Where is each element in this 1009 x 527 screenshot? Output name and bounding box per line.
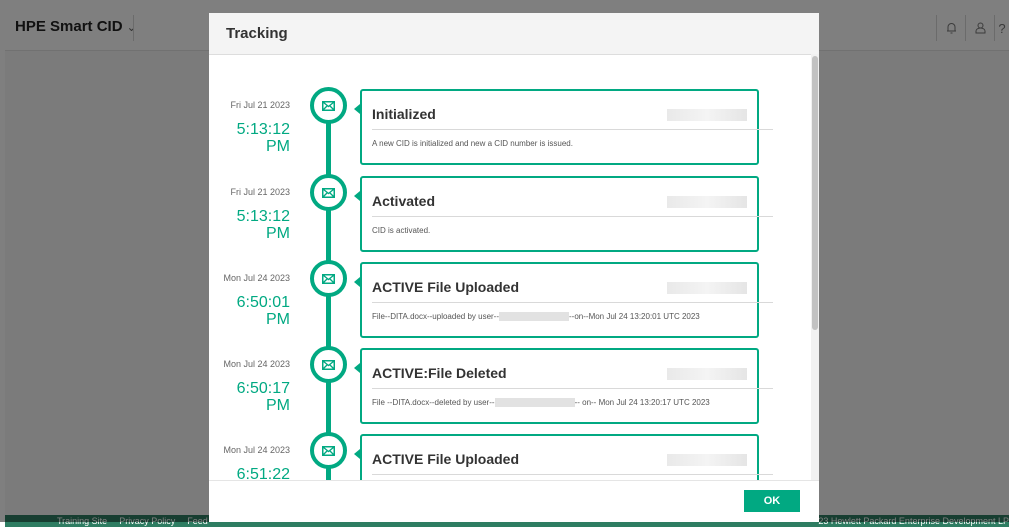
mail-icon <box>310 174 347 211</box>
timeline-entry: Fri Jul 21 2023 5:13:12 PM Initialized A … <box>209 54 809 165</box>
entry-date: Fri Jul 21 2023 <box>230 187 290 197</box>
redacted-user <box>667 282 747 294</box>
entry-time-value: 5:13:12 <box>236 208 290 225</box>
modal-scrollbar[interactable] <box>811 54 819 480</box>
mail-icon <box>310 346 347 383</box>
redacted-user <box>667 454 747 466</box>
entry-date: Mon Jul 24 2023 <box>223 445 290 455</box>
timeline-entry: Mon Jul 24 2023 6:50:01 PM ACTIVE File Up… <box>209 227 809 338</box>
modal-footer: OK <box>209 480 819 522</box>
scrollbar-thumb[interactable] <box>812 56 818 330</box>
modal-header: Tracking <box>209 13 819 55</box>
event-title: Initialized <box>372 106 436 122</box>
event-title: ACTIVE:File Deleted <box>372 365 507 381</box>
entry-date: Mon Jul 24 2023 <box>223 273 290 283</box>
card-divider <box>372 216 773 217</box>
entry-date: Mon Jul 24 2023 <box>223 359 290 369</box>
event-title: ACTIVE File Uploaded <box>372 279 520 295</box>
entry-time-value: 5:13:12 <box>236 121 290 138</box>
card-divider <box>372 302 773 303</box>
mail-icon <box>310 87 347 124</box>
card-divider <box>372 388 773 389</box>
timeline-entry: Fri Jul 21 2023 5:13:12 PM Activated CID … <box>209 141 809 252</box>
mail-icon <box>310 260 347 297</box>
entry-time-value: 6:50:01 <box>236 294 290 311</box>
redacted-user <box>667 196 747 208</box>
event-title: Activated <box>372 193 436 209</box>
timeline-entry: Mon Jul 24 2023 6:51:22 ACTIVE File Uplo… <box>209 399 809 480</box>
modal-title: Tracking <box>226 25 288 42</box>
redacted-user <box>667 109 747 121</box>
event-card: ACTIVE File Uploaded <box>360 434 773 480</box>
redacted-user <box>667 368 747 380</box>
mail-icon <box>310 432 347 469</box>
entry-time: 6:51:22 <box>209 466 290 480</box>
entry-time-value: 6:51:22 <box>236 466 290 480</box>
modal-body[interactable]: Fri Jul 21 2023 5:13:12 PM Initialized A … <box>209 54 819 480</box>
timeline-entry: Mon Jul 24 2023 6:50:17 PM ACTIVE:File De… <box>209 313 809 424</box>
tracking-modal: Tracking Fri Jul 21 2023 5:13:12 PM Initi… <box>209 13 819 522</box>
entry-date: Fri Jul 21 2023 <box>230 100 290 110</box>
event-title: ACTIVE File Uploaded <box>372 451 520 467</box>
entry-time-value: 6:50:17 <box>236 380 290 397</box>
ok-button[interactable]: OK <box>744 490 800 512</box>
card-divider <box>372 474 773 475</box>
card-divider <box>372 129 773 130</box>
